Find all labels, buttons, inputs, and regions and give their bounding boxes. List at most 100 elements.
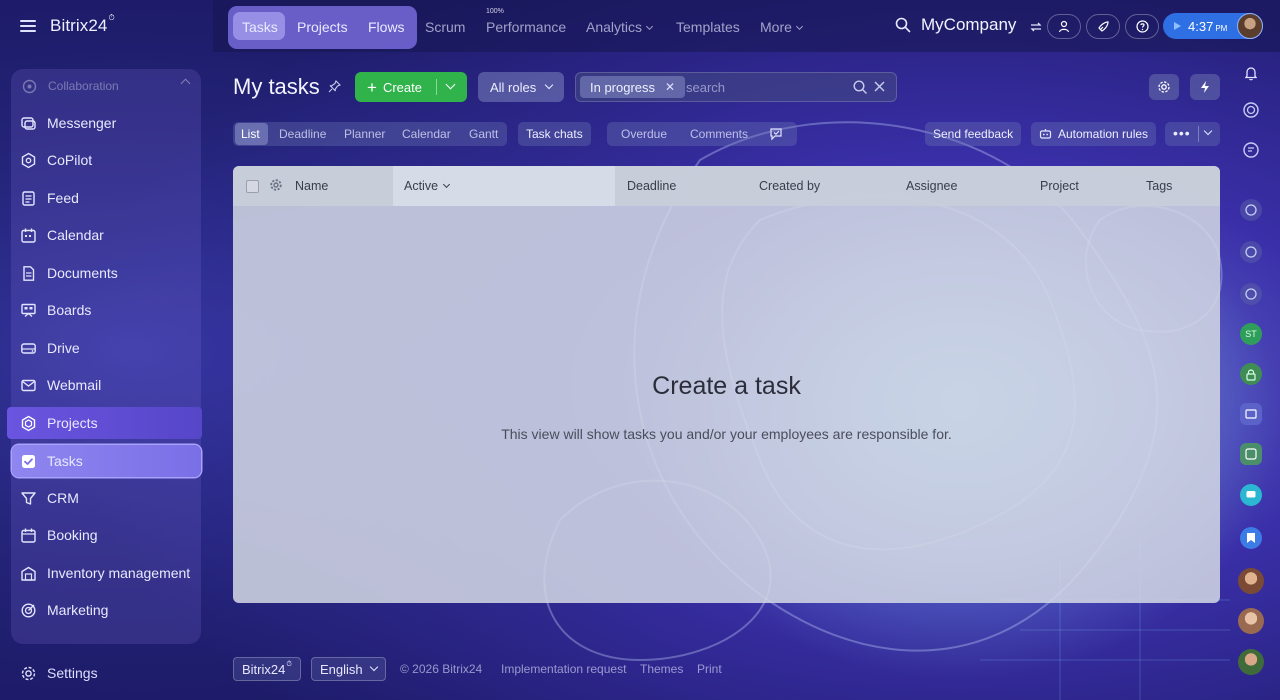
footer-link-implementation-request[interactable]: Implementation request: [501, 662, 626, 676]
topnav-flows[interactable]: Flows: [368, 19, 405, 35]
column-deadline[interactable]: Deadline: [627, 179, 676, 193]
right-rail: ST: [1232, 52, 1280, 700]
create-task-button[interactable]: + Create: [355, 72, 467, 102]
sidebar-item-label: Projects: [47, 415, 98, 431]
column-assignee[interactable]: Assignee: [906, 179, 957, 193]
sidebar-item-boards[interactable]: Boards: [14, 294, 200, 326]
automation-rules-button[interactable]: Automation rules: [1031, 122, 1157, 146]
footer-brand-mark: ⏱: [286, 661, 292, 668]
footer-brand-button[interactable]: Bitrix24 ⏱: [233, 657, 301, 681]
sidebar-item-settings[interactable]: Settings: [14, 658, 98, 688]
column-active[interactable]: Active: [404, 179, 451, 193]
sidebar-item-inventory-management[interactable]: Inventory management: [14, 557, 200, 589]
footer-link-print[interactable]: Print: [697, 662, 722, 676]
contact-avatar[interactable]: [1238, 568, 1264, 594]
bookmark-icon[interactable]: [1240, 527, 1262, 549]
contact-avatar[interactable]: [1238, 608, 1264, 634]
quick-action-button[interactable]: [1190, 74, 1220, 100]
column-name[interactable]: Name: [295, 179, 328, 193]
filter-search-box[interactable]: In progress ✕: [575, 72, 897, 102]
view-tab-list[interactable]: List: [241, 127, 260, 141]
clear-icon[interactable]: [873, 80, 886, 93]
view-tab-calendar[interactable]: Calendar: [402, 127, 451, 141]
chevron-down-icon: [795, 22, 803, 31]
view-tab-deadline[interactable]: Deadline: [279, 127, 326, 141]
chevron-down-icon[interactable]: [445, 79, 456, 90]
topnav-analytics[interactable]: Analytics: [586, 19, 654, 35]
sidebar-item-booking[interactable]: Booking: [14, 519, 200, 551]
copilot-chat-icon[interactable]: [1240, 241, 1262, 263]
pin-icon[interactable]: [328, 80, 341, 93]
invite-user-button[interactable]: [1047, 14, 1081, 39]
notifications-bell-icon[interactable]: [1240, 62, 1262, 84]
group-chat-avatar[interactable]: ST: [1240, 323, 1262, 345]
close-icon[interactable]: ✕: [665, 80, 675, 94]
sidebar-item-crm[interactable]: CRM: [14, 482, 200, 514]
topnav-projects[interactable]: Projects: [297, 19, 348, 35]
sidebar-section-label: Collaboration: [48, 79, 119, 93]
contact-avatar[interactable]: [1238, 649, 1264, 675]
open-channel-icon[interactable]: [1240, 484, 1262, 506]
switch-icon[interactable]: [1023, 14, 1049, 39]
topnav-templates[interactable]: Templates: [676, 19, 740, 35]
chat-rail-icon[interactable]: [1240, 139, 1262, 161]
menu-burger-icon[interactable]: [20, 20, 36, 32]
company-search[interactable]: MyCompany: [895, 15, 1016, 35]
view-tab-planner[interactable]: Planner: [344, 127, 385, 141]
copilot-rail-icon[interactable]: [1240, 99, 1262, 121]
feed-icon: [20, 190, 37, 207]
sidebar-item-documents[interactable]: Documents: [14, 257, 200, 289]
search-input[interactable]: [686, 77, 836, 97]
sidebar-item-label: Documents: [47, 265, 118, 281]
roles-label: All roles: [490, 79, 537, 95]
more-actions-button[interactable]: •••: [1165, 122, 1220, 146]
topnav-tasks[interactable]: Tasks: [242, 19, 278, 35]
roles-dropdown[interactable]: All roles: [478, 72, 564, 102]
gear-icon[interactable]: [269, 178, 283, 192]
rocket-button[interactable]: [1086, 14, 1120, 39]
topnav-performance[interactable]: Performance: [486, 19, 566, 35]
sidebar-item-copilot[interactable]: CoPilot: [14, 144, 200, 176]
search-icon[interactable]: [853, 80, 868, 95]
sidebar-item-tasks[interactable]: Tasks: [12, 445, 201, 477]
topnav-scrum[interactable]: Scrum: [425, 19, 465, 35]
brand-logo[interactable]: Bitrix24⏱: [50, 13, 115, 36]
sidebar-section-collaboration[interactable]: Collaboration: [11, 69, 201, 103]
column-project[interactable]: Project: [1040, 179, 1079, 193]
sidebar-item-drive[interactable]: Drive: [14, 332, 200, 364]
counter-comments[interactable]: Comments: [690, 127, 748, 141]
robot-icon: [1039, 129, 1052, 139]
documents-icon: [20, 265, 37, 282]
counter-overdue[interactable]: Overdue: [621, 127, 667, 141]
help-button[interactable]: [1125, 14, 1159, 39]
copilot-chat-icon[interactable]: [1240, 283, 1262, 305]
copilot-chat-icon[interactable]: [1240, 199, 1262, 221]
language-selector[interactable]: English: [311, 657, 386, 681]
filter-chip-in-progress[interactable]: In progress ✕: [580, 76, 686, 98]
sidebar-item-webmail[interactable]: Webmail: [14, 369, 200, 401]
chevron-down-icon: [545, 80, 554, 90]
sidebar-item-projects[interactable]: Projects: [7, 407, 202, 439]
sidebar-item-feed[interactable]: Feed: [14, 182, 200, 214]
view-tab-gantt[interactable]: Gantt: [469, 127, 498, 141]
topnav-more[interactable]: More: [760, 19, 803, 35]
user-avatar[interactable]: [1237, 13, 1263, 39]
lock-icon[interactable]: [1240, 363, 1262, 385]
column-tags[interactable]: Tags: [1146, 179, 1172, 193]
chevron-down-icon: [1203, 126, 1213, 136]
column-created-by[interactable]: Created by: [759, 179, 820, 193]
settings-button[interactable]: [1149, 74, 1179, 100]
marketing-icon: [20, 602, 37, 619]
inventory-icon: [20, 565, 37, 582]
read-all-icon[interactable]: [769, 126, 785, 142]
task-chat-icon[interactable]: [1240, 443, 1262, 465]
board-chat-icon[interactable]: [1240, 403, 1262, 425]
sidebar-item-calendar[interactable]: Calendar: [14, 219, 200, 251]
footer-link-themes[interactable]: Themes: [640, 662, 683, 676]
sidebar-item-marketing[interactable]: Marketing: [14, 594, 200, 626]
select-all-checkbox[interactable]: [246, 180, 259, 193]
sidebar-item-label: Booking: [47, 527, 98, 543]
send-feedback-button[interactable]: Send feedback: [925, 122, 1022, 146]
task-chats-button[interactable]: Task chats: [518, 122, 591, 146]
sidebar-item-messenger[interactable]: Messenger: [14, 107, 200, 139]
